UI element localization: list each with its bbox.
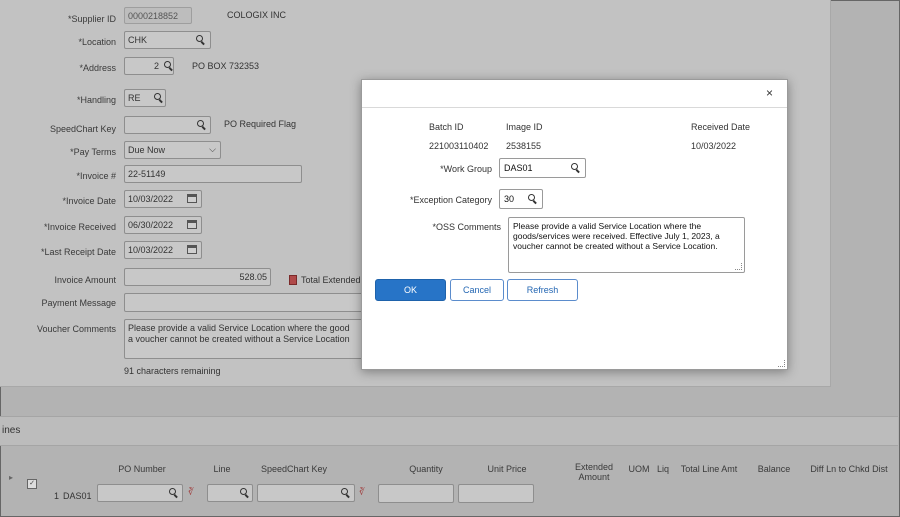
payment-message-input[interactable]	[124, 293, 364, 312]
received-date-label: Received Date	[691, 122, 751, 132]
work-group-lookup-icon[interactable]	[571, 163, 580, 174]
handling-value: RE	[128, 93, 141, 103]
exception-category-value: 30	[504, 194, 515, 204]
voucher-comments-textarea[interactable]: Please provide a valid Service Location …	[124, 319, 364, 359]
location-lookup-icon[interactable]	[196, 35, 205, 46]
pay-terms-select[interactable]: Due Now ⌵	[124, 141, 221, 159]
expand-row-icon[interactable]: ▸	[9, 473, 13, 482]
oss-comments-textarea[interactable]: Please provide a valid Service Location …	[508, 217, 745, 273]
line-lookup-icon[interactable]	[240, 488, 249, 499]
pay-terms-label: *Pay Terms	[70, 147, 116, 157]
image-id-value: 2538155	[506, 141, 542, 151]
speedchart-row-lookup-icon[interactable]	[341, 488, 350, 499]
col-speedchart: SpeedChart Key	[260, 464, 328, 474]
col-total-line-amt: Total Line Amt	[680, 464, 738, 474]
lines-section-title: ines	[2, 425, 21, 436]
location-value: CHK	[128, 35, 148, 45]
row-group: DAS01	[63, 491, 92, 501]
row-checkbox[interactable]: ✓	[27, 477, 37, 489]
ok-button[interactable]: OK	[375, 279, 446, 301]
supplier-name: COLOGIX INC	[227, 10, 287, 20]
address-text: PO BOX 732353	[192, 61, 260, 71]
supplier-id-field: 0000218852	[124, 7, 192, 24]
handling-lookup-icon[interactable]	[154, 93, 163, 104]
location-label: *Location	[78, 37, 116, 47]
payment-message-label: Payment Message	[41, 298, 116, 308]
image-id-label: Image ID	[506, 122, 543, 132]
calendar-icon[interactable]	[187, 245, 197, 256]
col-uom: UOM	[628, 464, 650, 474]
unit-price-input[interactable]	[458, 484, 534, 503]
invoice-number-input[interactable]: 22-51149	[124, 165, 302, 183]
chars-remaining: 91 characters remaining	[124, 366, 221, 376]
col-liq: Liq	[656, 464, 669, 474]
col-line: Line	[213, 464, 231, 474]
invoice-date-value: 10/03/2022	[128, 194, 174, 204]
calendar-icon[interactable]	[187, 194, 197, 205]
invoice-number-value: 22-51149	[128, 169, 166, 179]
col-extended-text: Extended	[574, 462, 614, 472]
po-lookup-icon[interactable]	[169, 488, 178, 499]
invoice-amount-input[interactable]: 528.05	[124, 268, 271, 286]
col-balance: Balance	[757, 464, 791, 474]
lines-section-header: ines	[0, 416, 898, 446]
oss-exception-dialog: × Batch ID 221003110402 Image ID 2538155…	[361, 79, 788, 370]
invoice-received-label: *Invoice Received	[43, 222, 116, 232]
speedchart-lookup-icon[interactable]	[197, 120, 206, 131]
col-unit-price: Unit Price	[487, 464, 527, 474]
quantity-input[interactable]	[378, 484, 454, 503]
invoice-amount-value: 528.05	[239, 272, 267, 282]
address-seq-value: 2	[153, 61, 159, 71]
invoice-amount-label: Invoice Amount	[54, 275, 116, 285]
col-quantity: Quantity	[409, 464, 443, 474]
oss-comments-label: *OSS Comments	[432, 222, 501, 232]
textarea-resize-handle[interactable]	[735, 263, 742, 270]
col-po-number: PO Number	[118, 464, 166, 474]
dialog-resize-handle[interactable]	[778, 360, 785, 367]
col-diff: Diff Ln to Chkd Dist	[810, 464, 888, 474]
po-detail-icon[interactable]: ∛	[188, 487, 194, 498]
dialog-titlebar: ×	[362, 80, 787, 108]
invoice-number-label: *Invoice #	[76, 171, 116, 181]
speedchart-label: SpeedChart Key	[49, 124, 116, 134]
exception-category-lookup-icon[interactable]	[528, 194, 537, 205]
speedchart-detail-icon[interactable]: ∛	[359, 487, 365, 498]
voucher-comments-line: a voucher cannot be created without a Se…	[128, 334, 350, 344]
refresh-button[interactable]: Refresh	[507, 279, 578, 301]
pay-terms-value: Due Now	[128, 145, 166, 155]
calendar-icon[interactable]	[187, 220, 197, 231]
po-required-flag: PO Required Flag	[224, 119, 297, 129]
address-lookup-icon[interactable]	[164, 61, 173, 72]
batch-id-value: 221003110402	[429, 141, 489, 151]
cancel-button[interactable]: Cancel	[450, 279, 504, 301]
batch-id-label: Batch ID	[429, 122, 464, 132]
voucher-comments-line: Please provide a valid Service Location …	[128, 323, 350, 333]
total-extended-label: Total Extended	[301, 275, 361, 285]
work-group-value: DAS01	[504, 163, 533, 173]
handling-label: *Handling	[76, 95, 116, 105]
invoice-date-label: *Invoice Date	[62, 196, 116, 206]
last-receipt-date-label: *Last Receipt Date	[40, 247, 116, 257]
col-amount-text: Amount	[578, 472, 610, 482]
voucher-comments-label: Voucher Comments	[36, 324, 116, 334]
row-number: 1	[54, 491, 60, 501]
address-label: *Address	[79, 63, 116, 73]
close-icon[interactable]: ×	[766, 86, 773, 100]
supplier-id-label: *Supplier ID	[67, 14, 116, 24]
invoice-received-value: 06/30/2022	[128, 220, 174, 230]
col-extended-amount: Extended Amount	[566, 462, 622, 482]
last-receipt-date-value: 10/03/2022	[128, 245, 174, 255]
warning-icon	[289, 275, 297, 285]
chevron-down-icon: ⌵	[209, 144, 216, 154]
exception-category-label: *Exception Category	[409, 195, 492, 205]
received-date-value: 10/03/2022	[691, 141, 737, 151]
work-group-label: *Work Group	[440, 164, 492, 174]
